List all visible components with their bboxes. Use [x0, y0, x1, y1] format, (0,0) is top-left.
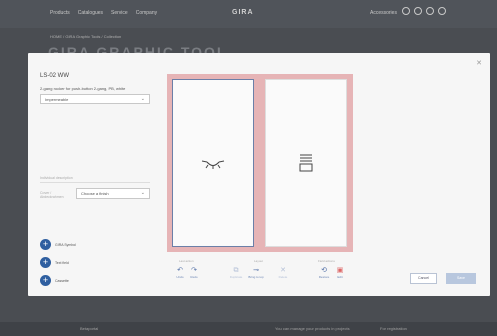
- save-button[interactable]: Save: [446, 273, 476, 284]
- header-icons: [402, 7, 446, 15]
- add-symbol-button[interactable]: + GIRA Symbol: [40, 239, 76, 250]
- bring-to-top-label: Bring to top: [248, 275, 264, 279]
- nav-item-service[interactable]: Service: [111, 10, 128, 16]
- chevron-down-icon: ⌄: [140, 190, 145, 196]
- bring-to-top-button[interactable]: ⊸ Bring to top: [247, 267, 265, 279]
- delete-button[interactable]: ✕ Delete: [274, 267, 292, 279]
- main-nav: Products Catalogues Service Company: [50, 10, 157, 16]
- breadcrumb: HOME / GIRA Graphic Tools / Collection: [50, 34, 122, 39]
- duplicate-label: Duplicate: [229, 275, 243, 279]
- add-text-label: Text field: [55, 260, 69, 265]
- plus-icon: +: [40, 239, 51, 250]
- product-code: LS-02 WW: [40, 73, 70, 79]
- light-dimming-icon: [201, 160, 225, 169]
- add-text-button[interactable]: + Text field: [40, 257, 69, 268]
- footer-info: You can manage your products in projects: [275, 326, 350, 331]
- footer-bar: Betaportal You can manage your products …: [0, 322, 497, 336]
- nav-item-company[interactable]: Company: [136, 10, 157, 16]
- user-icon[interactable]: [414, 7, 422, 15]
- redo-icon: ↷: [191, 267, 197, 274]
- link-icon: ⊸: [253, 267, 259, 274]
- description-field[interactable]: [40, 182, 150, 183]
- plus-icon: +: [40, 257, 51, 268]
- rocker-right[interactable]: [265, 79, 347, 247]
- edit-label: Edit: [337, 275, 343, 279]
- close-icon: ✕: [280, 267, 286, 274]
- search-icon[interactable]: [438, 7, 446, 15]
- description-field-label: Individual description: [40, 176, 73, 180]
- settings-icon[interactable]: [402, 7, 410, 15]
- cover-select[interactable]: Choose a finish ⌄: [76, 188, 150, 199]
- plus-icon: +: [40, 275, 51, 286]
- tool-group-layout: Layout: [254, 259, 264, 263]
- redo-label: Redo: [190, 275, 198, 279]
- nav-item-accessories[interactable]: Accessories: [370, 10, 397, 16]
- duplicate-button[interactable]: ⧉ Duplicate: [227, 267, 245, 279]
- edit-icon: ▣: [336, 267, 344, 274]
- product-description: 2-gang rocker for push-button 2-gang, PB…: [40, 86, 126, 91]
- add-cassette-label: Cassette: [55, 278, 69, 283]
- cover-label: Cover / Abdeckrahmen: [40, 191, 64, 199]
- delete-label: Delete: [278, 275, 288, 279]
- nav-item-products[interactable]: Products: [50, 10, 70, 16]
- blinds-icon: [299, 154, 313, 172]
- footer-label: Betaportal: [80, 326, 99, 331]
- copy-icon: ⧉: [233, 267, 239, 274]
- variant-select-value: Impermeable: [45, 97, 69, 102]
- close-icon[interactable]: ✕: [476, 59, 482, 67]
- add-cassette-button[interactable]: + Cassette: [40, 275, 69, 286]
- footer-register-link[interactable]: For registration: [380, 326, 407, 331]
- switch-preview: [167, 74, 353, 252]
- redo-button[interactable]: ↷ Redo: [185, 267, 203, 279]
- tool-group-last-action: Last action: [179, 259, 194, 263]
- editor-modal: ✕ LS-02 WW 2-gang rocker for push-button…: [28, 53, 490, 296]
- brand-logo[interactable]: GIRA: [232, 9, 254, 16]
- edit-button[interactable]: ▣ Edit: [331, 267, 349, 279]
- rocker-left[interactable]: [172, 79, 254, 247]
- nav-item-catalogues[interactable]: Catalogues: [78, 10, 103, 16]
- globe-icon[interactable]: [426, 7, 434, 15]
- variant-select[interactable]: Impermeable ⌄: [40, 94, 150, 104]
- chevron-down-icon: ⌄: [140, 96, 145, 102]
- cover-select-value: Choose a finish: [81, 191, 109, 196]
- add-symbol-label: GIRA Symbol: [55, 242, 77, 247]
- cancel-button[interactable]: Cancel: [410, 273, 437, 284]
- tool-group-field-actions: Field actions: [318, 259, 335, 263]
